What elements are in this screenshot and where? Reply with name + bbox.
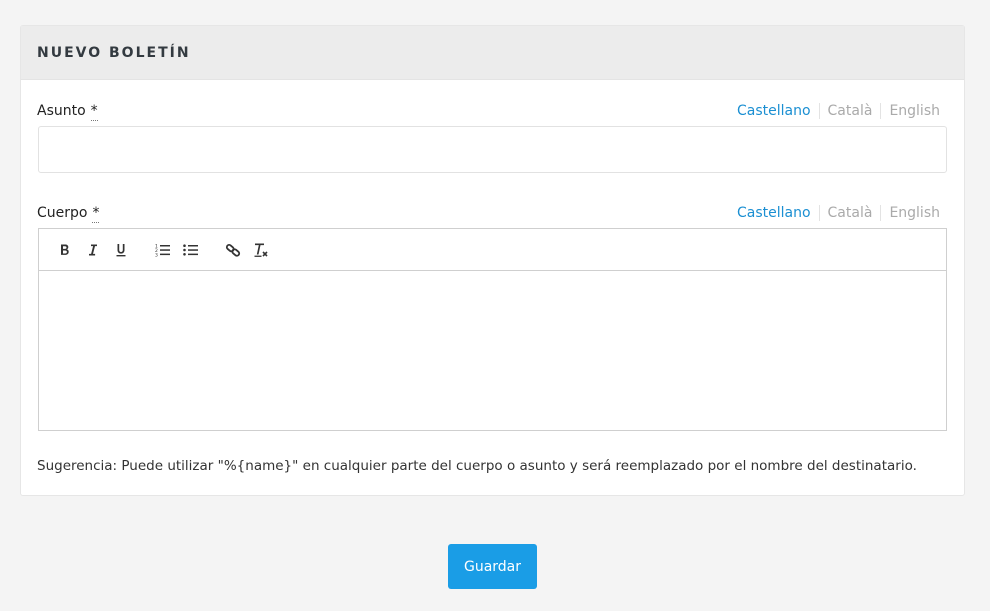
editor-toolbar: 123 bbox=[39, 229, 946, 271]
body-row: Cuerpo * Castellano Català English bbox=[37, 203, 948, 223]
rich-text-editor: 123 bbox=[38, 228, 947, 431]
newsletter-panel: NUEVO BOLETÍN Asunto * Castellano Català … bbox=[20, 25, 965, 496]
subject-lang-english[interactable]: English bbox=[880, 103, 948, 119]
bullet-list-icon[interactable] bbox=[177, 236, 205, 264]
ordered-list-icon[interactable]: 123 bbox=[149, 236, 177, 264]
required-marker: * bbox=[92, 205, 100, 223]
subject-language-tabs: Castellano Català English bbox=[729, 103, 948, 119]
panel-header: NUEVO BOLETÍN bbox=[21, 26, 964, 80]
body-language-tabs: Castellano Català English bbox=[729, 205, 948, 221]
svg-text:3: 3 bbox=[155, 252, 158, 257]
bold-icon[interactable] bbox=[51, 236, 79, 264]
panel-title: NUEVO BOLETÍN bbox=[37, 44, 191, 61]
link-icon[interactable] bbox=[219, 236, 247, 264]
clear-format-icon[interactable] bbox=[247, 236, 275, 264]
body-lang-castellano[interactable]: Castellano bbox=[729, 205, 819, 221]
editor-content-area[interactable] bbox=[39, 271, 946, 430]
subject-label-text: Asunto bbox=[37, 103, 86, 119]
italic-icon[interactable] bbox=[79, 236, 107, 264]
body-label: Cuerpo * bbox=[37, 205, 100, 223]
save-button[interactable]: Guardar bbox=[448, 544, 537, 589]
required-marker: * bbox=[90, 103, 98, 121]
subject-label: Asunto * bbox=[37, 103, 98, 121]
subject-row: Asunto * Castellano Català English bbox=[37, 101, 948, 121]
underline-icon[interactable] bbox=[107, 236, 135, 264]
subject-input[interactable] bbox=[38, 126, 947, 173]
hint-text: Sugerencia: Puede utilizar "%{name}" en … bbox=[37, 458, 917, 474]
body-lang-english[interactable]: English bbox=[880, 205, 948, 221]
subject-lang-catala[interactable]: Català bbox=[818, 103, 881, 119]
body-label-text: Cuerpo bbox=[37, 205, 88, 221]
subject-lang-castellano[interactable]: Castellano bbox=[729, 103, 819, 119]
body-lang-catala[interactable]: Català bbox=[818, 205, 881, 221]
